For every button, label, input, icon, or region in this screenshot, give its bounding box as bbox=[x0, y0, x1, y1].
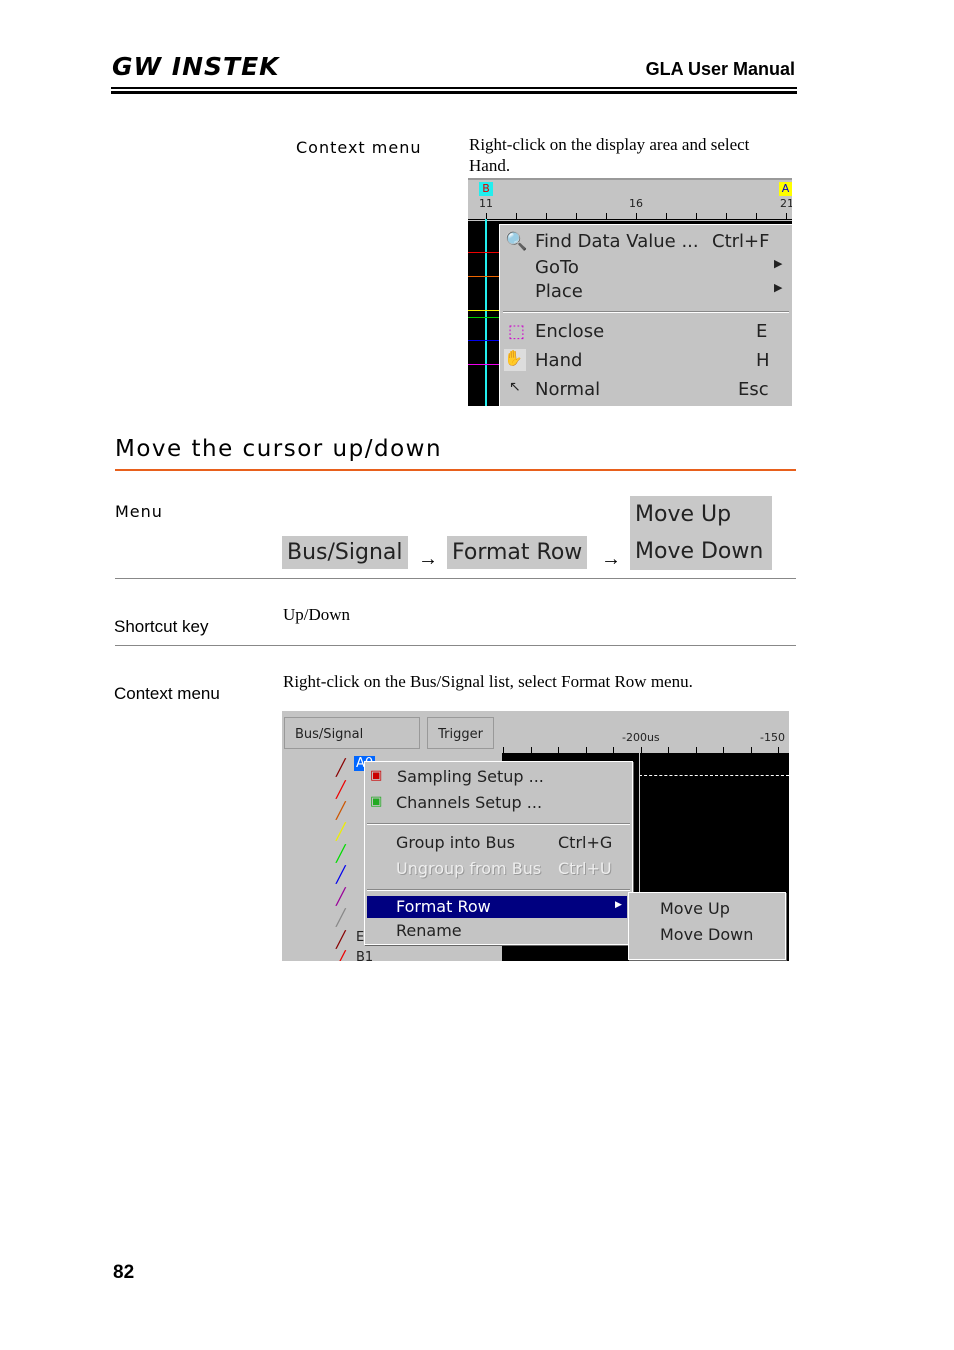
menu-move-up: Move Up bbox=[635, 502, 732, 527]
shortcut-key-value: Up/Down bbox=[283, 605, 351, 624]
context-menu-description-2: Right-click on the Bus/Signal list, sele… bbox=[283, 672, 693, 691]
menu-move-down: Move Down bbox=[635, 539, 764, 564]
cursor-b-line bbox=[485, 219, 487, 406]
ruler-tick bbox=[546, 213, 547, 219]
menu-bus-signal: Bus/Signal bbox=[282, 536, 408, 569]
signal-row[interactable]: B1 bbox=[356, 950, 373, 961]
gw-instek-logo: GW INSTEK bbox=[112, 52, 280, 81]
probe-icon: ╱ bbox=[336, 865, 346, 884]
ruler-tick bbox=[756, 213, 757, 219]
time-ruler: B A 11 16 21 bbox=[468, 178, 792, 221]
ruler-label: 11 bbox=[479, 197, 493, 210]
ruler-label: 21 bbox=[780, 197, 792, 210]
probe-icon: ╱ bbox=[336, 930, 346, 949]
probe-icon: ╱ bbox=[336, 780, 346, 799]
header-rule-thick bbox=[111, 91, 797, 94]
ruler-tick bbox=[606, 213, 607, 219]
probe-icon: ╱ bbox=[336, 908, 346, 927]
section-title: Move the cursor up/down bbox=[115, 436, 443, 462]
submenu-arrow-icon: ▶ bbox=[774, 257, 783, 270]
menu-item-goto[interactable]: GoTo bbox=[535, 257, 579, 278]
time-label: -200us bbox=[622, 731, 660, 744]
shortcut: Ctrl+G bbox=[558, 833, 613, 852]
arrow-right-icon: → bbox=[418, 548, 438, 570]
menu-item-sampling-setup[interactable]: Sampling Setup ... bbox=[397, 767, 544, 786]
header-rule bbox=[111, 87, 797, 89]
section-underline bbox=[115, 469, 796, 471]
binoculars-icon: 🔍 bbox=[505, 231, 528, 252]
probe-icon: ╱ bbox=[336, 887, 346, 906]
format-row-submenu: Move Up Move Down bbox=[628, 892, 786, 960]
menu-move-options: Move Up Move Down bbox=[630, 496, 772, 570]
display-context-menu: 🔍 Find Data Value ... Ctrl+F GoTo ▶ Plac… bbox=[499, 224, 792, 406]
channels-icon: ▣ bbox=[370, 794, 383, 809]
shortcut: H bbox=[756, 350, 770, 371]
shortcut: Ctrl+U bbox=[558, 859, 612, 878]
context-menu-label: Context menu bbox=[296, 138, 422, 157]
ruler-tick bbox=[576, 213, 577, 219]
probe-icon: ╱ bbox=[336, 844, 346, 863]
cursor-b-marker[interactable]: B bbox=[479, 182, 493, 196]
display-area-screenshot: B A 11 16 21 🔍 Find Data Value ... Ctrl+… bbox=[468, 178, 792, 406]
context-menu-label-2: Context menu bbox=[114, 684, 220, 703]
time-ruler: -200us -150 bbox=[500, 717, 789, 753]
menu-item-label: Format Row bbox=[396, 897, 491, 916]
menu-format-row: Format Row bbox=[447, 536, 588, 569]
probe-icon: ╱ bbox=[336, 950, 346, 961]
shortcut: Ctrl+F bbox=[712, 231, 770, 252]
menu-item-move-up[interactable]: Move Up bbox=[660, 899, 730, 918]
menu-item-format-row[interactable]: Format Row ▶ bbox=[367, 896, 627, 918]
menu-label: Menu bbox=[115, 502, 163, 521]
context-menu-description: Right-click on the display area and sele… bbox=[469, 135, 750, 175]
menu-item-group-into-bus[interactable]: Group into Bus bbox=[396, 833, 515, 852]
shortcut: E bbox=[756, 321, 768, 342]
submenu-arrow-icon: ▶ bbox=[615, 900, 622, 910]
menu-item-enclose[interactable]: Enclose bbox=[535, 321, 604, 342]
cursor-a-marker[interactable]: A bbox=[779, 182, 792, 196]
menu-item-find-data-value[interactable]: Find Data Value ... bbox=[535, 231, 699, 252]
shortcut-key-label: Shortcut key bbox=[114, 617, 209, 636]
hand-icon: ✋ bbox=[504, 349, 526, 371]
ruler-tick bbox=[696, 213, 697, 219]
ruler-tick bbox=[636, 213, 637, 219]
menu-item-channels-setup[interactable]: Channels Setup ... bbox=[396, 793, 542, 812]
ruler-tick bbox=[786, 213, 787, 219]
menu-item-hand[interactable]: Hand bbox=[535, 350, 582, 371]
signal-row[interactable]: E bbox=[356, 930, 364, 945]
menu-item-place[interactable]: Place bbox=[535, 281, 583, 302]
shortcut: Esc bbox=[738, 379, 769, 400]
sampling-icon: ▣ bbox=[370, 768, 383, 783]
trigger-header[interactable]: Trigger bbox=[427, 717, 494, 749]
ruler-tick bbox=[726, 213, 727, 219]
probe-icon: ╱ bbox=[336, 822, 346, 841]
menu-item-rename[interactable]: Rename bbox=[396, 921, 462, 940]
manual-title: GLA User Manual bbox=[645, 59, 795, 79]
bus-signal-header[interactable]: Bus/Signal bbox=[284, 717, 420, 749]
probe-icon: ╱ bbox=[336, 758, 346, 777]
ruler-tick bbox=[516, 213, 517, 219]
manual-page: GW INSTEK GLA User Manual Context menu R… bbox=[0, 0, 954, 1350]
submenu-arrow-icon: ▶ bbox=[774, 281, 783, 294]
arrow-cursor-icon: ↖ bbox=[509, 379, 521, 395]
ruler-tick bbox=[666, 213, 667, 219]
arrow-right-icon: → bbox=[601, 548, 621, 570]
page-number: 82 bbox=[113, 1262, 135, 1283]
time-label: -150 bbox=[760, 731, 785, 744]
bus-signal-context-menu: ▣ Sampling Setup ... ▣ Channels Setup ..… bbox=[364, 761, 633, 945]
probe-icon: ╱ bbox=[336, 801, 346, 820]
ruler-label: 16 bbox=[629, 197, 643, 210]
bus-signal-screenshot: Bus/Signal Trigger -200us -150 A0 ╱ ╱ ╱ … bbox=[282, 711, 789, 961]
menu-item-move-down[interactable]: Move Down bbox=[660, 925, 753, 944]
divider bbox=[115, 645, 796, 646]
divider bbox=[115, 578, 796, 579]
enclose-icon: ⬚ bbox=[508, 321, 526, 342]
menu-item-normal[interactable]: Normal bbox=[535, 379, 600, 400]
menu-item-ungroup-from-bus: Ungroup from Bus bbox=[396, 859, 542, 878]
